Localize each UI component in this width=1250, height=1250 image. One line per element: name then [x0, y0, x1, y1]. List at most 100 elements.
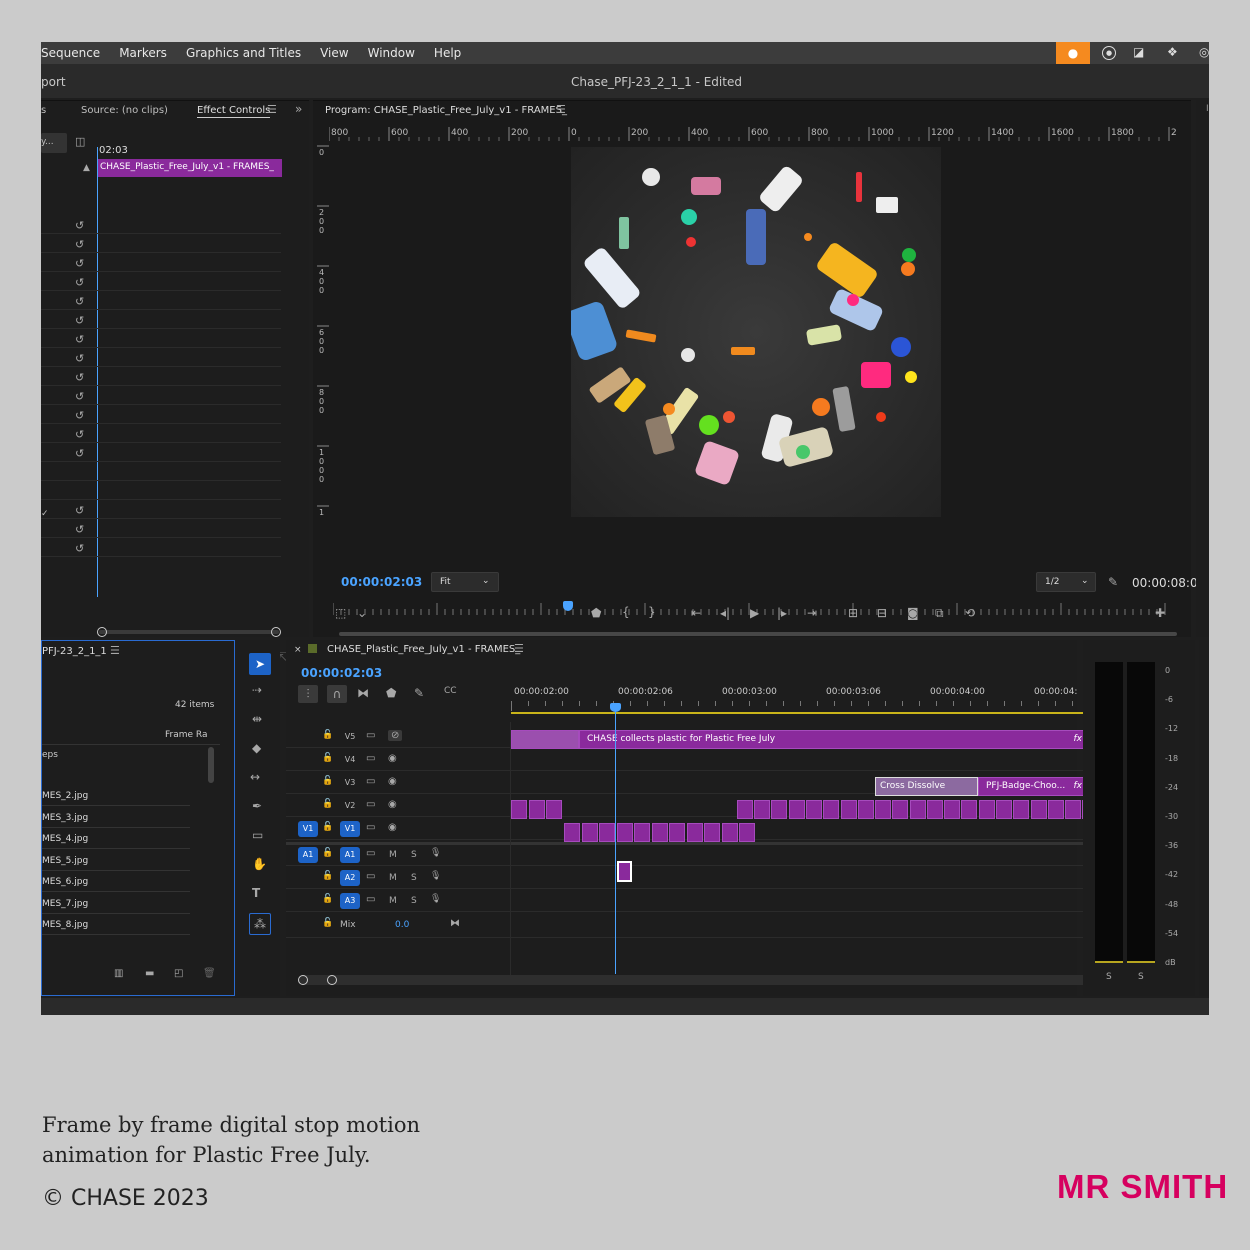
timeline-ruler[interactable]: 00:00:02:00 00:00:02:06 00:00:03:00 00:00:0… — [511, 687, 1091, 713]
add-marker-icon[interactable]: ⬟ — [591, 606, 601, 620]
program-menu-icon[interactable]: ☰ — [556, 103, 566, 116]
shield-status-icon[interactable]: ◪ — [1133, 45, 1144, 59]
slip-tool-icon[interactable]: ↔ — [250, 770, 260, 784]
v2-frame-clip[interactable] — [789, 800, 805, 819]
solo-button[interactable]: S — [411, 873, 417, 883]
voiceover-mic-icon[interactable]: 🎙 — [430, 848, 441, 858]
project-group-label[interactable]: eps — [42, 750, 58, 760]
reset-parameter-icon[interactable]: ↺ — [75, 238, 84, 251]
v2-frame-clip[interactable] — [529, 800, 545, 819]
v1-frame-clip[interactable] — [581, 823, 598, 842]
timeline-h-scrollbar[interactable] — [298, 975, 1100, 985]
v1-frame-clip[interactable] — [686, 823, 703, 842]
linked-selection-icon[interactable]: ⧓ — [357, 686, 369, 700]
nest-toggle-icon[interactable]: ⫶ — [298, 685, 318, 703]
ec-scroll-handle-left[interactable] — [97, 627, 107, 637]
sync-lock-icon[interactable]: ▭ — [366, 822, 375, 833]
audio-lock-icon[interactable]: 🔓 — [322, 871, 333, 881]
mute-button[interactable]: M — [389, 896, 397, 906]
track-lock-icon[interactable]: 🔓 — [322, 822, 333, 832]
v2-frame-clip[interactable] — [511, 800, 527, 819]
meter-solo-left[interactable]: S — [1106, 972, 1112, 982]
menu-help[interactable]: Help — [434, 46, 461, 60]
project-file-item[interactable]: MES_7.jpg — [42, 899, 88, 909]
reset-parameter-icon[interactable]: ↺ — [75, 352, 84, 365]
v1-frame-clip[interactable] — [564, 823, 580, 842]
mark-in-icon[interactable]: { — [622, 605, 630, 619]
reset-parameter-icon[interactable]: ↺ — [75, 428, 84, 441]
v1-frame-clip[interactable] — [651, 823, 668, 842]
settings-wrench-icon[interactable]: ✎ — [1108, 575, 1118, 589]
dropbox-icon[interactable]: ❖ — [1167, 45, 1178, 59]
timeline-timecode[interactable]: 00:00:02:03 — [301, 666, 382, 680]
menu-sequence[interactable]: Sequence — [41, 46, 100, 60]
track-hidden-icon[interactable]: ⊘ — [388, 730, 403, 741]
hand-tool-icon[interactable]: ✋ — [252, 857, 267, 871]
reset-parameter-icon[interactable]: ↺ — [75, 504, 84, 517]
step-forward-icon[interactable]: |▸ — [777, 606, 787, 620]
v2-frame-clip[interactable] — [806, 800, 822, 819]
track-target-a2[interactable]: A2 — [340, 870, 360, 886]
delete-icon[interactable]: 🗑 — [203, 968, 216, 979]
v2-frame-clip[interactable] — [737, 800, 753, 819]
v2-frame-clip[interactable] — [996, 800, 1012, 819]
v5-left-clip[interactable] — [511, 730, 579, 749]
step-back-icon[interactable]: ◂| — [720, 606, 730, 620]
reset-parameter-icon[interactable]: ↺ — [75, 409, 84, 422]
record-status-icon[interactable]: ◎ — [1199, 45, 1209, 59]
v2-frame-clip[interactable] — [892, 800, 908, 819]
resolution-dropdown[interactable]: 1/2 ⌄ — [1036, 572, 1096, 592]
project-file-item[interactable]: MES_3.jpg — [42, 813, 88, 823]
timeline-playhead[interactable] — [615, 704, 616, 974]
v2-frame-clip[interactable] — [1065, 800, 1081, 819]
menu-markers[interactable]: Markers — [119, 46, 167, 60]
v2-frame-clip[interactable] — [858, 800, 874, 819]
close-sequence-icon[interactable]: × — [294, 645, 302, 655]
play-icon[interactable]: ▶ — [750, 606, 759, 620]
reset-parameter-icon[interactable]: ↺ — [75, 523, 84, 536]
track-target-a3[interactable]: A3 — [340, 893, 360, 909]
track-target-v2[interactable]: V2 — [340, 798, 360, 814]
v2-frame-clip[interactable] — [875, 800, 891, 819]
source-patch-a1[interactable]: A1 — [298, 847, 318, 863]
mix-lock-icon[interactable]: 🔓 — [322, 918, 333, 928]
work-area-bar[interactable] — [511, 712, 1099, 714]
right-strip-label[interactable]: I — [1206, 104, 1209, 114]
project-file-item[interactable]: MES_4.jpg — [42, 834, 88, 844]
track-target-v3[interactable]: V3 — [340, 775, 360, 791]
ec-scroll-handle-right[interactable] — [271, 627, 281, 637]
menu-view[interactable]: View — [320, 46, 348, 60]
v1-frame-clip[interactable] — [704, 823, 720, 842]
track-eye-icon[interactable]: ◉ — [388, 822, 397, 833]
new-item-icon[interactable]: ◰ — [174, 968, 183, 979]
project-file-item[interactable]: MES_6.jpg — [42, 877, 88, 887]
type-tool-icon[interactable]: T — [252, 886, 260, 900]
v1-frame-clip[interactable] — [721, 823, 738, 842]
lift-icon[interactable]: ⊞ — [848, 606, 858, 620]
track-eye-icon[interactable]: ◉ — [388, 753, 397, 764]
reset-parameter-icon[interactable]: ↺ — [75, 295, 84, 308]
track-lock-icon[interactable]: 🔓 — [322, 730, 333, 740]
badge-clip[interactable]: PFJ-Badge-Choo... fx — [978, 777, 1091, 796]
menu-window[interactable]: Window — [368, 46, 415, 60]
v2-frame-clip[interactable] — [841, 800, 857, 819]
selected-frame[interactable] — [617, 861, 632, 882]
track-lock-icon[interactable]: 🔓 — [322, 753, 333, 763]
solo-button[interactable]: S — [411, 850, 417, 860]
list-view-icon[interactable]: ▥ — [114, 968, 123, 979]
v2-frame-clip[interactable] — [927, 800, 943, 819]
reset-parameter-icon[interactable]: ↺ — [75, 447, 84, 460]
panel-overflow-icon[interactable]: » — [295, 102, 302, 116]
project-file-item[interactable]: MES_2.jpg — [42, 791, 88, 801]
remix-tool-icon[interactable]: ⁂ — [249, 913, 271, 935]
audio-sync-lock-icon[interactable]: ▭ — [366, 848, 375, 859]
h-scroll-handle-right[interactable] — [327, 975, 337, 985]
sync-lock-icon[interactable]: ▭ — [366, 799, 375, 810]
pen-tool-icon[interactable]: ✒ — [252, 799, 262, 813]
mark-out-icon[interactable]: } — [648, 605, 656, 619]
track-target-v4[interactable]: V4 — [340, 752, 360, 768]
v2-frame-clip[interactable] — [979, 800, 995, 819]
mix-pan-icon[interactable]: ⧓ — [450, 918, 460, 929]
go-to-in-icon[interactable]: ⇤ — [691, 606, 701, 620]
reset-parameter-icon[interactable]: ↺ — [75, 390, 84, 403]
